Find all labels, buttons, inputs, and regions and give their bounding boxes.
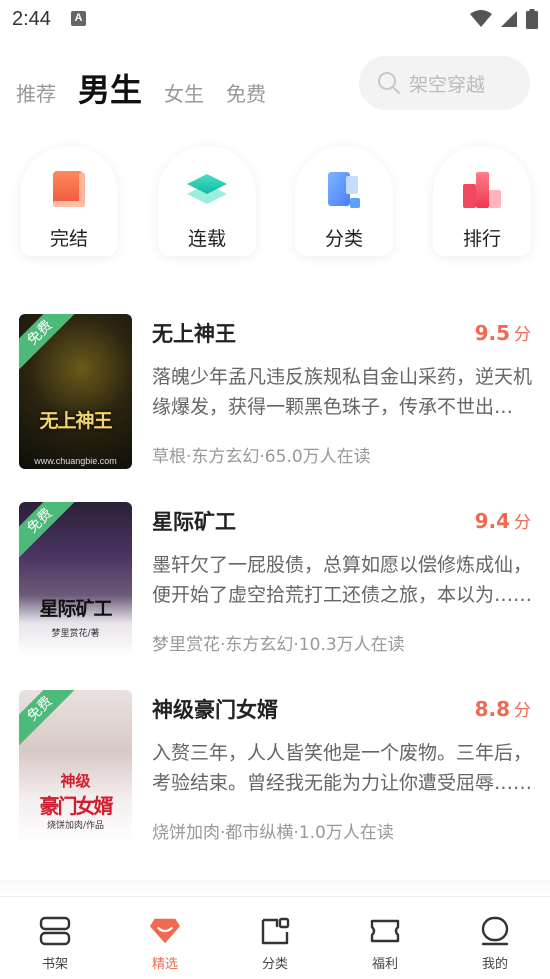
book-title: 无上神王 [152,322,236,346]
cover-credit: 烧饼加肉/作品 [46,821,105,831]
profile-icon [479,915,511,947]
cover-title: 星际矿工 [39,598,112,620]
shortcut-label: 分类 [324,228,363,250]
shortcut-label: 排行 [462,228,501,250]
channel-tabs: 推荐 男生 女生 免费 [16,62,288,114]
nav-label: 书架 [41,957,68,972]
shortcut-label: 完结 [49,228,88,250]
shortcut-completed[interactable]: 完结 [20,146,118,256]
tab-recommend[interactable]: 推荐 [16,84,56,114]
nav-category[interactable]: 分类 [220,897,330,979]
bottom-nav: 书架 精选 分类 福利 我的 [0,896,550,979]
signal-icon [501,11,517,27]
book-cover: 无上神王 www.chuangbie.com 免费 [19,314,132,469]
cover-title: 豪门女婿 [39,794,114,818]
book-icon [47,168,91,212]
category-icon [259,915,291,947]
cover-credit: 梦里赏花/著 [51,629,100,639]
nav-label: 我的 [481,957,508,972]
cover-title: 无上神王 [39,410,112,432]
nav-label: 精选 [151,957,178,972]
category-shortcuts: 完结 连载 分类 排行 [0,146,550,256]
free-badge: 免费 [19,690,80,749]
layers-icon [185,168,229,212]
ticket-icon [369,915,401,947]
notification-icon: A [71,11,86,26]
book-cover: 神级 豪门女婿 烧饼加肉/作品 免费 [19,690,132,845]
ranking-icon [460,168,504,212]
free-badge: 免费 [19,314,80,373]
free-badge: 免费 [19,502,80,561]
diamond-icon [149,915,181,947]
status-icons [470,9,538,29]
cover-credit: www.chuangbie.com [34,456,117,466]
shortcut-label: 连载 [187,228,226,250]
tab-female[interactable]: 女生 [164,84,204,114]
book-description: 墨轩欠了一屁股债，总算如愿以偿修炼成仙，便开始了虚空拾荒打工还债之旅，本以为…… [152,554,532,606]
book-item[interactable]: 星际矿工 梦里赏花/著 免费 星际矿工 9.4 分 墨轩欠了一屁股债，总算如愿以偿… [0,502,550,662]
tab-free[interactable]: 免费 [226,84,266,114]
status-bar: 2:44 A [0,0,550,38]
search-box[interactable]: 架空穿越 [359,56,530,110]
book-meta: 梦里赏花·东方玄幻·10.3万人在读 [152,635,405,655]
divider [0,880,550,896]
book-description: 入赘三年，人人皆笑他是一个废物。三年后，考验结束。曾经我无能为力让你遭受屈辱…… [152,742,532,794]
nav-label: 福利 [371,957,398,972]
search-placeholder: 架空穿越 [409,73,486,96]
battery-icon [526,9,538,29]
search-icon [378,72,400,94]
book-meta: 草根·东方玄幻·65.0万人在读 [152,447,371,467]
category-icon [322,168,366,212]
book-title: 星际矿工 [152,510,236,534]
cover-title-top: 神级 [60,772,91,790]
bookshelf-icon [39,915,71,947]
book-score: 9.5 分 [474,321,531,345]
book-item[interactable]: 神级 豪门女婿 烧饼加肉/作品 免费 神级豪门女婿 8.8 分 入赘三年，人人皆笑… [0,690,550,850]
nav-featured[interactable]: 精选 [110,897,220,979]
nav-profile[interactable]: 我的 [440,897,550,979]
book-score: 9.4 分 [474,509,531,533]
book-title: 神级豪门女婿 [152,698,278,722]
nav-label: 分类 [261,957,288,972]
wifi-icon [470,10,492,27]
book-score: 8.8 分 [474,697,531,721]
shortcut-category[interactable]: 分类 [295,146,393,256]
book-cover: 星际矿工 梦里赏花/著 免费 [19,502,132,657]
book-item[interactable]: 无上神王 www.chuangbie.com 免费 无上神王 9.5 分 落魄少年… [0,314,550,474]
book-meta: 烧饼加肉·都市纵横·1.0万人在读 [152,823,394,843]
status-time: 2:44 [12,8,51,30]
nav-bookshelf[interactable]: 书架 [0,897,110,979]
tab-male[interactable]: 男生 [78,74,142,114]
shortcut-serial[interactable]: 连载 [158,146,256,256]
nav-welfare[interactable]: 福利 [330,897,440,979]
shortcut-ranking[interactable]: 排行 [433,146,531,256]
book-description: 落魄少年孟凡违反族规私自金山采药，逆天机缘爆发，获得一颗黑色珠子，传承不世出的神… [152,366,532,418]
